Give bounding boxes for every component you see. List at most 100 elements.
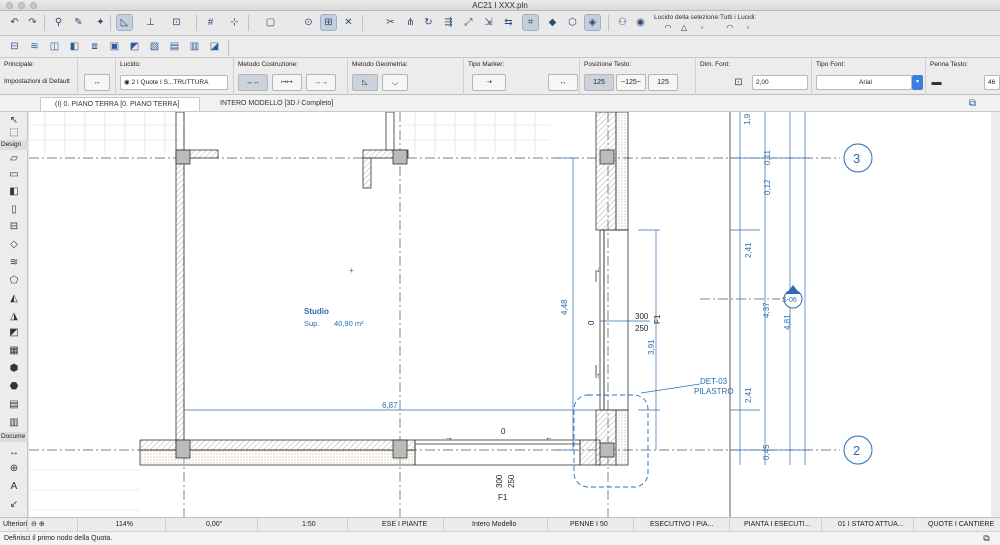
offset-icon[interactable]: ⇶ — [440, 14, 457, 31]
lock-icon[interactable]: △ — [678, 23, 690, 33]
vdim-1-9[interactable]: 1,9 — [743, 113, 752, 125]
skylight-icon[interactable]: ⬢ — [6, 362, 22, 376]
undo-icon[interactable]: ↶ — [6, 14, 23, 31]
shell-tool-icon[interactable]: ◩ — [126, 38, 143, 55]
wall-tool-icon[interactable]: ⊟ — [6, 38, 23, 55]
column-icon[interactable]: ▤ — [6, 398, 22, 412]
scale-value[interactable]: 1:50 — [258, 518, 348, 532]
marquee-icon[interactable]: ✕ — [340, 14, 357, 31]
mesh-icon[interactable]: ◮ — [6, 310, 22, 324]
stretch-icon[interactable]: ⇲ — [480, 14, 497, 31]
railing-icon[interactable]: ◩ — [6, 326, 22, 340]
ulteriori-label[interactable]: Ulteriori — [0, 518, 28, 532]
marquee-tool-icon[interactable]: ⬚ — [6, 126, 22, 140]
dimension-type-button[interactable]: ↔ — [84, 74, 110, 91]
vdim-2-41a[interactable]: 2,41 — [744, 242, 753, 258]
eye-icon[interactable]: ◠ — [662, 23, 674, 33]
group-documenta-label[interactable]: Docume — [0, 432, 28, 442]
intersect-icon[interactable]: ⋔ — [402, 14, 419, 31]
linear-dim-button[interactable]: ↔↔ — [238, 74, 268, 91]
right-scroll-edge[interactable] — [991, 112, 1000, 517]
vdim-4-81[interactable]: 4,81 — [783, 314, 792, 330]
room-name[interactable]: Studio — [304, 307, 329, 316]
unlock-all-icon[interactable]: ◦ — [742, 23, 754, 33]
window-east[interactable] — [595, 229, 629, 411]
beam-tool-icon[interactable]: ≋ — [26, 38, 43, 55]
fill-icon[interactable]: ▢ — [262, 14, 279, 31]
curtain-wall-icon[interactable]: ▦ — [6, 344, 22, 358]
chevron-down-icon[interactable]: ▾ — [912, 75, 923, 90]
zoom-out-icon[interactable]: ⊖ — [31, 521, 39, 528]
principale-value[interactable]: Impostazioni di Default — [4, 78, 70, 85]
dim-standard-value[interactable]: PIANTA I ESECUTI... — [730, 518, 822, 532]
beam-icon[interactable]: ▥ — [6, 416, 22, 430]
shell-icon[interactable]: ≋ — [6, 256, 22, 270]
wire-icon[interactable]: ◦ — [696, 23, 708, 33]
box-tool-icon[interactable]: ◧ — [66, 38, 83, 55]
dim-font-field[interactable]: 2,00 — [752, 75, 808, 90]
rotate-icon[interactable]: ↻ — [420, 14, 437, 31]
view-3d-icon[interactable]: ◆ — [544, 14, 561, 31]
dimension-icon[interactable]: ↔ — [6, 446, 22, 460]
dim-4-48[interactable]: 4,48 — [560, 299, 569, 315]
roof-tool-icon[interactable]: ◪ — [206, 38, 223, 55]
stair-icon[interactable]: ⊟ — [6, 220, 22, 234]
grid-icon[interactable]: # — [202, 14, 219, 31]
dimension-lines[interactable] — [184, 112, 810, 465]
layer-lock-icon[interactable]: ⚇ — [614, 14, 631, 31]
label-icon[interactable]: ↙ — [6, 498, 22, 512]
text-icon[interactable]: A — [6, 480, 22, 494]
drag-icon[interactable]: ⤢ — [460, 14, 477, 31]
gravity-icon[interactable]: ⊙ — [300, 14, 317, 31]
vdim-2-41b[interactable]: 2,41 — [744, 387, 753, 403]
show-all-icon[interactable]: ◠ — [724, 23, 736, 33]
window-icon[interactable]: ⧉ — [978, 530, 995, 545]
level-dimension-icon[interactable]: ⊕ — [6, 462, 22, 476]
slab-tool-icon[interactable]: ⧈ — [86, 38, 103, 55]
wall-icon[interactable]: ▱ — [6, 152, 22, 166]
object-icon[interactable]: ▯ — [6, 203, 22, 217]
dim-0-south[interactable]: 0 — [501, 427, 506, 436]
slab-icon[interactable]: ⬠ — [6, 274, 22, 288]
suspend-groups-icon[interactable]: ⊞ — [320, 14, 337, 31]
pick-up-icon[interactable]: ⚲ — [50, 14, 67, 31]
zoom-value[interactable]: 114% — [78, 518, 166, 532]
tab-piano-terra[interactable]: (I) 0. PIANO TERRA [0. PIANO TERRA] — [40, 97, 200, 111]
renovation-value[interactable]: 01 I STATO ATTUA... — [822, 518, 914, 532]
window-south[interactable] — [414, 439, 581, 466]
door-icon[interactable]: ▭ — [6, 168, 22, 182]
dim-0-east[interactable]: 0 — [587, 320, 596, 325]
vdim-4-37[interactable]: 4,37 — [762, 302, 771, 318]
pen-set-value[interactable]: PENNE I 50 — [548, 518, 634, 532]
trace-icon[interactable]: ⌗ — [522, 14, 539, 31]
curtain-tool-icon[interactable]: ▤ — [166, 38, 183, 55]
snap-points-icon[interactable]: ⊡ — [168, 14, 185, 31]
morph-icon[interactable]: ⬣ — [6, 380, 22, 394]
render-icon[interactable]: ◈ — [584, 14, 601, 31]
marker-type-button[interactable]: ⇢ — [472, 74, 506, 91]
zone-icon[interactable]: ◭ — [6, 292, 22, 306]
penna-testo-field[interactable]: 46 — [984, 75, 1000, 90]
tipo-font-select[interactable]: Arial — [816, 75, 912, 90]
zoom-in-icon[interactable]: ⊕ — [39, 521, 45, 528]
radial-button[interactable]: ◡ — [382, 74, 408, 91]
text-below-button[interactable]: 125 — [648, 74, 678, 91]
mesh-tool-icon[interactable]: ▧ — [146, 38, 163, 55]
magic-wand-icon[interactable]: ✦ — [92, 14, 109, 31]
tab-intero-modello[interactable]: INTERO MODELLO [3D / Completo] — [206, 97, 356, 111]
scissors-icon[interactable]: ✂ — [382, 14, 399, 31]
orthogonal-button[interactable]: ◺ — [352, 74, 378, 91]
lucido-field[interactable]: ◉ 2 I Quote I S...TRUTTURA — [120, 75, 228, 90]
guide-line-icon[interactable]: ⊥ — [142, 14, 159, 31]
dim-3-91[interactable]: 3,91 — [647, 339, 656, 355]
stairs-tool-icon[interactable]: ◫ — [46, 38, 63, 55]
column-tool-icon[interactable]: ▥ — [186, 38, 203, 55]
vdim-0-12[interactable]: 0,12 — [763, 179, 772, 195]
layer-hide-icon[interactable]: ◉ — [632, 14, 649, 31]
zoom-controls[interactable]: ⊖ ⊕ — [28, 518, 78, 532]
group-design-label[interactable]: Design — [0, 140, 28, 150]
roof-icon[interactable]: ◇ — [6, 238, 22, 252]
marker-arrow-button[interactable]: ↔ — [548, 74, 578, 91]
floor-plan-canvas[interactable]: ↓ ↑ → ← + Studio Sup. 40,90 m² 6,87 4,48… — [29, 112, 991, 517]
redo-icon[interactable]: ↷ — [24, 14, 41, 31]
